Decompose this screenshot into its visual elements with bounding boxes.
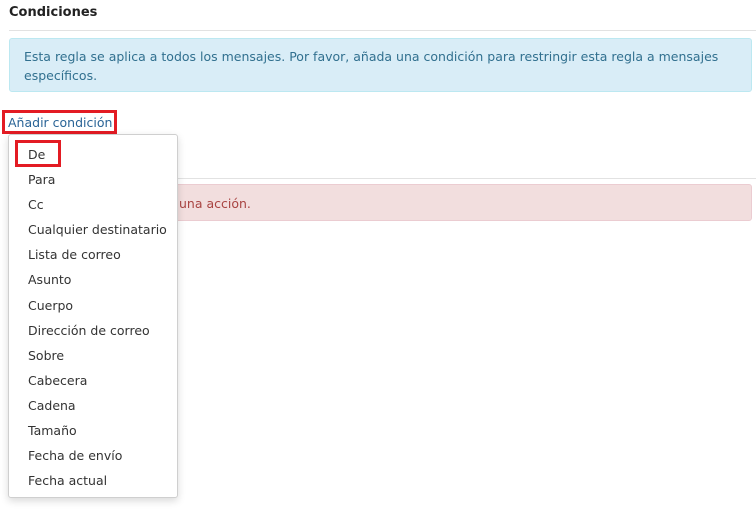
info-alert: Esta regla se aplica a todos los mensaje… bbox=[9, 38, 752, 92]
dropdown-item-fecha-de-envio[interactable]: Fecha de envío bbox=[9, 443, 177, 468]
dropdown-item-para[interactable]: Para bbox=[9, 167, 177, 192]
dropdown-item-lista-de-correo[interactable]: Lista de correo bbox=[9, 242, 177, 267]
dropdown-item-cualquier-destinatario[interactable]: Cualquier destinatario bbox=[9, 217, 177, 242]
dropdown-item-cabecera[interactable]: Cabecera bbox=[9, 368, 177, 393]
actions-danger-text: una acción. bbox=[179, 196, 251, 211]
dropdown-item-asunto[interactable]: Asunto bbox=[9, 267, 177, 292]
highlight-box-de bbox=[15, 140, 61, 167]
highlight-box-add-condition bbox=[2, 110, 117, 134]
dropdown-item-fecha-actual[interactable]: Fecha actual bbox=[9, 468, 177, 493]
dropdown-item-direccion-de-correo[interactable]: Dirección de correo bbox=[9, 318, 177, 343]
dropdown-item-cadena[interactable]: Cadena bbox=[9, 393, 177, 418]
top-divider bbox=[9, 30, 756, 31]
dropdown-item-tamano[interactable]: Tamaño bbox=[9, 418, 177, 443]
conditions-title: Condiciones bbox=[9, 5, 98, 20]
dropdown-item-cc[interactable]: Cc bbox=[9, 192, 177, 217]
dropdown-item-sobre[interactable]: Sobre bbox=[9, 343, 177, 368]
dropdown-item-cuerpo[interactable]: Cuerpo bbox=[9, 293, 177, 318]
condition-dropdown-menu: De Para Cc Cualquier destinatario Lista … bbox=[8, 134, 178, 498]
